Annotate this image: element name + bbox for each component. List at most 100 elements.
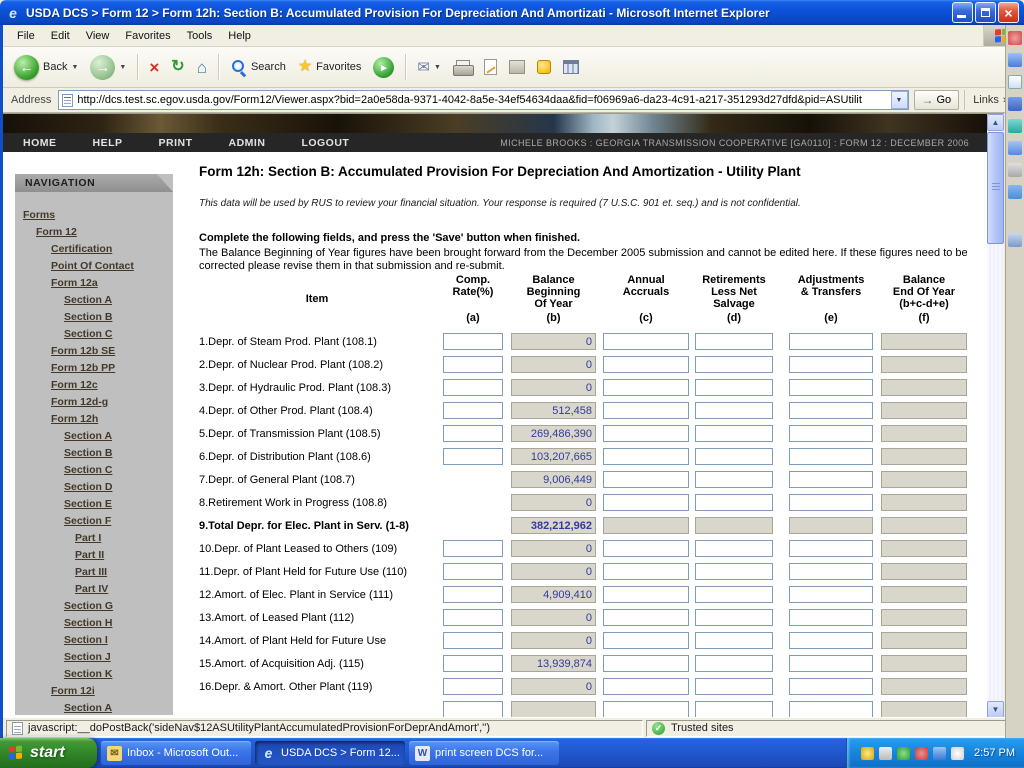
sidebar-link[interactable]: Section I [15,631,173,648]
tray-alert-icon[interactable] [915,747,928,760]
taskbar-task-button[interactable]: print screen DCS for... [409,741,559,765]
retirements-input[interactable] [695,425,773,442]
menu-item[interactable]: Favorites [117,27,178,45]
stop-button[interactable]: × [144,57,164,78]
annual-accruals-input[interactable] [603,563,689,580]
comp-rate-input[interactable] [443,356,503,373]
menu-item[interactable]: Edit [43,27,78,45]
media-button[interactable]: ▸ [368,55,399,80]
vertical-scrollbar[interactable]: ▲ ▼ [987,114,1004,717]
menu-item[interactable]: View [78,27,118,45]
scroll-up-button[interactable]: ▲ [987,114,1004,131]
back-dropdown-icon[interactable]: ▼ [71,64,78,71]
tray-update-icon[interactable] [951,747,964,760]
close-button[interactable]: × [998,2,1019,23]
dock-icon-3[interactable] [1008,75,1022,89]
retirements-input[interactable] [695,333,773,350]
adjustments-input[interactable] [789,425,873,442]
sidebar-link[interactable]: Section G [15,597,173,614]
adjustments-input[interactable] [789,471,873,488]
site-nav-link[interactable]: LOGOUT [301,137,349,149]
comp-rate-input[interactable] [443,678,503,695]
site-nav-link[interactable]: HELP [93,137,123,149]
annual-accruals-input[interactable] [603,379,689,396]
retirements-input[interactable] [695,356,773,373]
sidebar-link[interactable]: Section H [15,614,173,631]
mail-button[interactable]: ✉ ▼ [412,58,446,77]
annual-accruals-input[interactable] [603,609,689,626]
adjustments-input[interactable] [789,402,873,419]
retirements-input[interactable] [695,540,773,557]
address-input[interactable]: http://dcs.test.sc.egov.usda.gov/Form12/… [58,90,908,110]
sidebar-link[interactable]: Part II [15,546,173,563]
tray-volume-icon[interactable] [879,747,892,760]
adjustments-input[interactable] [789,356,873,373]
adjustments-input[interactable] [789,333,873,350]
annual-accruals-input[interactable] [603,448,689,465]
adjustments-input[interactable] [789,609,873,626]
address-dropdown-icon[interactable]: ▼ [891,91,908,109]
sidebar-link[interactable]: Section J [15,648,173,665]
sidebar-link[interactable]: Form 12 [15,223,173,240]
sidebar-link[interactable]: Section D [15,478,173,495]
taskbar-task-button[interactable]: Inbox - Microsoft Out... [101,741,251,765]
dock-icon-7[interactable] [1008,163,1022,177]
comp-rate-input[interactable] [443,379,503,396]
annual-accruals-input[interactable] [603,701,689,717]
sidebar-link[interactable]: Form 12i [15,682,173,699]
sidebar-link[interactable]: Section C [15,325,173,342]
sidebar-link[interactable]: Point Of Contact [15,257,173,274]
comp-rate-input[interactable] [443,586,503,603]
adjustments-input[interactable] [789,655,873,672]
menu-item[interactable]: Tools [179,27,221,45]
retirements-input[interactable] [695,678,773,695]
sidebar-link[interactable]: Section C [15,461,173,478]
retirements-input[interactable] [695,379,773,396]
site-nav-link[interactable]: PRINT [159,137,193,149]
dock-icon-8[interactable] [1008,185,1022,199]
sidebar-link[interactable]: Section E [15,495,173,512]
sidebar-link[interactable]: Section B [15,444,173,461]
messenger-button[interactable] [532,58,556,76]
tray-network-icon[interactable] [933,747,946,760]
adjustments-input[interactable] [789,448,873,465]
annual-accruals-input[interactable] [603,471,689,488]
sidebar-link[interactable]: Form 12a [15,274,173,291]
retirements-input[interactable] [695,402,773,419]
dock-icon-9[interactable] [1008,233,1022,247]
forward-button[interactable]: → ▼ [85,53,131,82]
sidebar-link[interactable]: Certification [15,240,173,257]
comp-rate-input[interactable] [443,632,503,649]
annual-accruals-input[interactable] [603,425,689,442]
taskbar-clock[interactable]: 2:57 PM [974,747,1015,759]
adjustments-input[interactable] [789,632,873,649]
scrollbar-thumb[interactable] [987,132,1004,244]
sidebar-link[interactable]: Section K [15,665,173,682]
sidebar-link[interactable]: Part III [15,563,173,580]
restore-button[interactable] [975,2,996,23]
sidebar-link[interactable]: Section B [15,308,173,325]
dock-icon-4[interactable] [1008,97,1022,111]
comp-rate-input[interactable] [443,609,503,626]
minimize-button[interactable] [952,2,973,23]
menu-item[interactable]: File [9,27,43,45]
sidebar-link[interactable]: Form 12c [15,376,173,393]
adjustments-input[interactable] [789,586,873,603]
retirements-input[interactable] [695,632,773,649]
comp-rate-input[interactable] [443,402,503,419]
adjustments-input[interactable] [789,701,873,717]
site-nav-link[interactable]: ADMIN [229,137,266,149]
adjustments-input[interactable] [789,563,873,580]
comp-rate-input[interactable] [443,701,503,717]
refresh-button[interactable]: ↻ [166,57,189,77]
tray-msn-icon[interactable] [897,747,910,760]
discuss-button[interactable] [504,58,530,76]
sidebar-link[interactable]: Form 12b SE [15,342,173,359]
adjustments-input[interactable] [789,540,873,557]
sidebar-link[interactable]: Part IV [15,580,173,597]
retirements-input[interactable] [695,471,773,488]
comp-rate-input[interactable] [443,333,503,350]
sidebar-link[interactable]: Section A [15,427,173,444]
forward-dropdown-icon[interactable]: ▼ [119,64,126,71]
comp-rate-input[interactable] [443,563,503,580]
